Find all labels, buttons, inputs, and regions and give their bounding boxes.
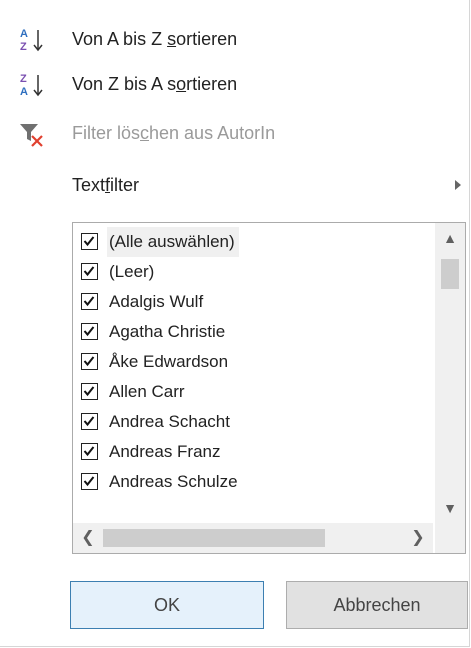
list-viewport: (Alle auswählen) (Leer) Adalgis Wulf Agatha…: [73, 223, 433, 523]
list-item[interactable]: (Leer): [81, 257, 411, 287]
list-item[interactable]: (Alle auswählen): [81, 227, 411, 257]
sort-z-to-a-label: Von Z bis A sortieren: [72, 74, 238, 94]
svg-text:Z: Z: [20, 73, 27, 85]
list-item[interactable]: Allen Carr: [81, 377, 411, 407]
svg-text:A: A: [20, 86, 28, 98]
list-item-label: Andreas Schulze: [109, 472, 238, 491]
clear-filter-item[interactable]: Filter löschen aus AutorIn: [0, 115, 469, 151]
item-checkbox[interactable]: [81, 263, 98, 280]
clear-filter-icon: [18, 119, 48, 149]
checkmark-icon: [83, 356, 95, 367]
sort-z-to-a-item[interactable]: Z A Von Z bis A sortieren: [0, 66, 469, 102]
list-item[interactable]: Andreas Franz: [81, 437, 411, 467]
list-item-label: Allen Carr: [109, 382, 185, 401]
sort-a-to-z-label: Von A bis Z sortieren: [72, 29, 238, 49]
list-item[interactable]: Andreas Schulze: [81, 467, 411, 497]
checkmark-icon: [83, 386, 95, 397]
filter-dropdown-menu: A Z Von A bis Z sortieren Z A Von Z bis …: [0, 0, 470, 647]
vertical-scrollbar[interactable]: ▲ ▼: [435, 223, 465, 523]
clear-filter-label: Filter löschen aus AutorIn: [72, 123, 276, 143]
item-checkbox[interactable]: [81, 323, 98, 340]
list-item-label: (Leer): [109, 262, 155, 281]
checkmark-icon: [83, 296, 95, 307]
item-checkbox[interactable]: [81, 413, 98, 430]
item-checkbox[interactable]: [81, 443, 98, 460]
item-checkbox[interactable]: [81, 293, 98, 310]
list-item-label: (Alle auswählen): [107, 227, 239, 257]
item-checkbox[interactable]: [81, 383, 98, 400]
list-item-label: Andrea Schacht: [109, 412, 230, 431]
text-filter-label: Textfilter: [72, 175, 140, 195]
horizontal-scrollbar[interactable]: ❮ ❯: [73, 523, 433, 553]
svg-text:A: A: [20, 28, 28, 40]
scroll-right-icon[interactable]: ❯: [403, 523, 433, 553]
scroll-down-icon[interactable]: ▼: [435, 493, 465, 523]
scroll-left-icon[interactable]: ❮: [73, 523, 103, 553]
list-item-label: Andreas Franz: [109, 442, 221, 461]
list-item-label: Adalgis Wulf: [109, 292, 204, 311]
sort-descending-icon: Z A: [18, 70, 48, 100]
text-filter-item[interactable]: Textfilter: [0, 167, 469, 203]
ok-button[interactable]: OK: [70, 581, 264, 629]
checkmark-icon: [83, 476, 95, 487]
cancel-button[interactable]: Abbrechen: [286, 581, 468, 629]
list-item-label: Åke Edwardson: [109, 352, 229, 371]
list-item[interactable]: Agatha Christie: [81, 317, 411, 347]
checkmark-icon: [83, 326, 95, 337]
sort-ascending-icon: A Z: [18, 25, 48, 55]
checkmark-icon: [83, 446, 95, 457]
svg-text:Z: Z: [20, 41, 27, 53]
vertical-scroll-thumb[interactable]: [441, 259, 459, 289]
submenu-arrow-icon: [455, 180, 461, 190]
sort-a-to-z-item[interactable]: A Z Von A bis Z sortieren: [0, 21, 469, 57]
list-item[interactable]: Adalgis Wulf: [81, 287, 411, 317]
list-item[interactable]: Åke Edwardson: [81, 347, 411, 377]
item-checkbox[interactable]: [81, 233, 98, 250]
scroll-up-icon[interactable]: ▲: [435, 223, 465, 253]
checkmark-icon: [83, 266, 95, 277]
checkmark-icon: [83, 416, 95, 427]
list-item-label: Agatha Christie: [109, 322, 226, 341]
item-checkbox[interactable]: [81, 473, 98, 490]
checkmark-icon: [83, 236, 95, 247]
horizontal-scroll-thumb[interactable]: [103, 529, 325, 547]
value-checkbox-list[interactable]: (Alle auswählen) (Leer) Adalgis Wulf Agatha…: [72, 222, 466, 554]
list-item[interactable]: Andrea Schacht: [81, 407, 411, 437]
item-checkbox[interactable]: [81, 353, 98, 370]
scrollbar-corner: [435, 523, 465, 553]
